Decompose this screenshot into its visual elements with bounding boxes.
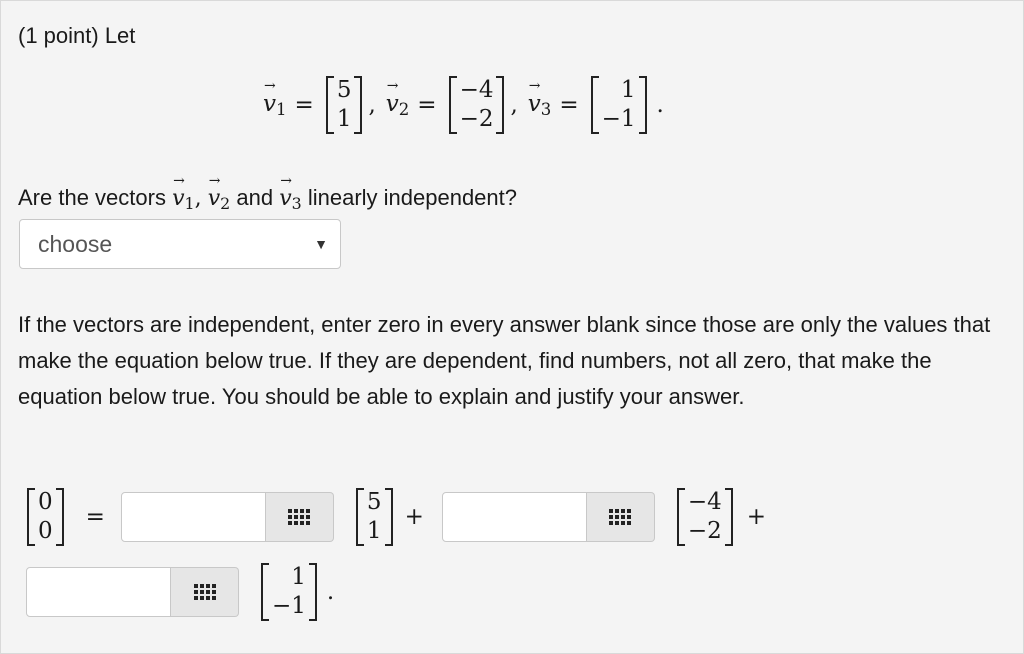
coefficient-2-group [441,492,655,542]
question-text: Are the vectors → v1, → v2 and → v3 linearl… [18,173,518,213]
coefficient-2-input[interactable] [441,492,587,542]
keyboard-icon [193,584,216,600]
chevron-down-icon: ▼ [314,236,328,252]
equation-editor-button-1[interactable] [265,492,334,542]
equation-editor-button-2[interactable] [586,492,655,542]
v1-symbol: → v1 [263,77,287,120]
problem-frame: (1 point) Let → v1 = 5 1 , → v2 = −4 −2 , … [0,0,1024,654]
coefficient-1-input[interactable] [120,492,266,542]
v3-matrix: 1 −1 [590,76,647,134]
v3-matrix-eq: 1 −1 [261,563,317,621]
v3-symbol: → v3 [527,77,552,120]
independence-dropdown[interactable]: choose ▼ [19,219,341,269]
equation-editor-button-3[interactable] [171,567,239,617]
vector-definitions: → v1 = 5 1 , → v2 = −4 −2 , → v3 = 1 −1 . [263,76,664,134]
v1-matrix: 5 1 [325,76,363,134]
equation-row-2: 1 −1 . [26,563,334,621]
keyboard-icon [609,509,632,525]
instructions-text: If the vectors are independent, enter ze… [18,312,991,409]
v2-matrix: −4 −2 [448,76,505,134]
dropdown-selected-value: choose [38,230,113,257]
zero-vector-matrix: 0 0 [27,488,64,546]
coefficient-3-group [26,567,239,617]
equation-row-1: 0 0 = 5 1 + −4 −2 + [23,488,766,546]
v2-symbol: → v2 [385,77,410,120]
keyboard-icon [288,509,311,525]
coefficient-3-input[interactable] [26,567,171,617]
problem-header: (1 point) Let [18,23,136,48]
v1-matrix-eq: 5 1 [355,488,393,546]
v2-matrix-eq: −4 −2 [676,488,733,546]
coefficient-1-group [120,492,334,542]
